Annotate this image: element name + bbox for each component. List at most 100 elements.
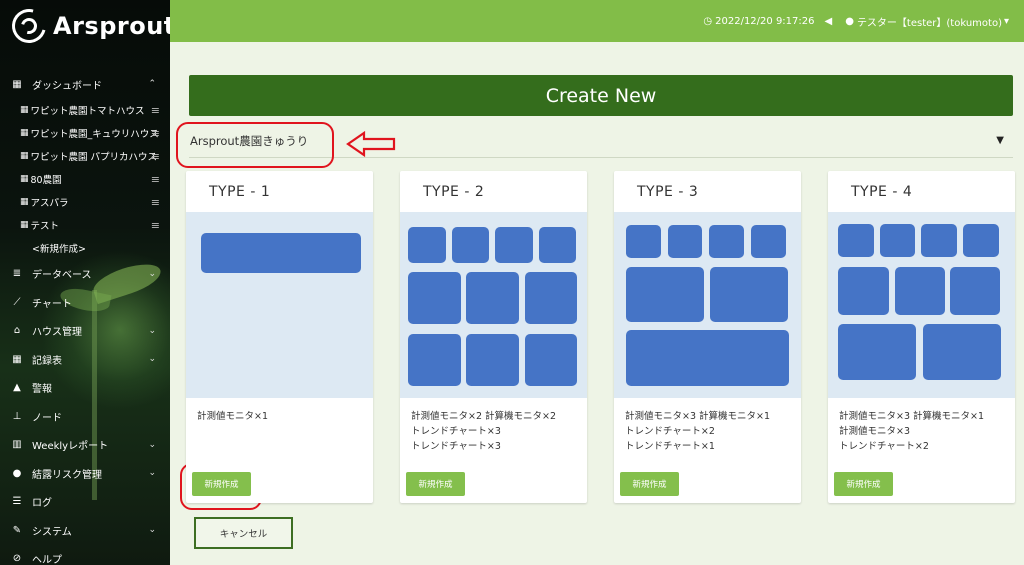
sidebar-item-records[interactable]: ▦ 記録表 ⌄ (0, 345, 170, 374)
annotation-oval (176, 122, 334, 168)
card-description-line: 計測値モニタ×2 計算機モニタ×2 (411, 411, 557, 422)
sidebar-item-chart[interactable]: ⟋ チャート (0, 288, 170, 317)
sidebar-subitem-new[interactable]: <新規作成> (0, 237, 170, 260)
database-icon: ≣ (12, 268, 22, 280)
layout-block (452, 227, 489, 263)
sidebar-item-weekly-report[interactable]: ▥ Weeklyレポート ⌄ (0, 431, 170, 460)
sidebar-item-system[interactable]: ✎ システム ⌄ (0, 516, 170, 545)
sidebar-item-label: テスト (30, 221, 60, 232)
cancel-button[interactable]: キャンセル (194, 517, 293, 549)
sidebar-item-label: ヘルプ (32, 555, 62, 565)
layout-block (525, 272, 577, 324)
chevron-down-icon: ⌄ (148, 354, 156, 365)
sidebar-item-label: ダッシュボード (32, 80, 102, 92)
menu-icon[interactable]: ≡ (151, 127, 160, 140)
sidebar-subitem-house[interactable]: ▦ テスト ≡ (0, 214, 170, 237)
sidebar-item-condensation-risk[interactable]: ● 結露リスク管理 ⌄ (0, 459, 170, 488)
top-header: ◷ 2022/12/20 9:17:26 ◀ ● テスター【tester】(to… (170, 0, 1024, 42)
layout-block (751, 225, 786, 258)
notifications-button[interactable]: ◀ (825, 16, 836, 27)
sidebar-subitem-house[interactable]: ▦ ワピット農園 パプリカハウス ≡ (0, 145, 170, 168)
dashboard-icon: ▦ (20, 105, 29, 115)
sidebar-item-dashboard[interactable]: ▦ ダッシュボード ⌃ (0, 70, 170, 99)
layout-block (838, 224, 874, 257)
menu-icon[interactable]: ≡ (151, 150, 160, 163)
layout-block (668, 225, 702, 258)
type-card-4: TYPE - 4 計測値モニタ×3 計算機モニタ×1 計測値モニタ×3 トレンド… (828, 171, 1015, 503)
menu-icon[interactable]: ≡ (151, 104, 160, 117)
card-description-line: トレンドチャート×2 (625, 426, 715, 437)
chart-icon: ⟋ (13, 296, 21, 308)
sidebar-subitem-house[interactable]: ▦ ワピット農園_キュウリハウス ≡ (0, 122, 170, 145)
house-icon: ⌂ (13, 325, 21, 337)
layout-block (838, 324, 916, 380)
layout-block (895, 267, 945, 315)
layout-block (838, 267, 889, 315)
layout-block (408, 272, 461, 324)
sidebar-item-label: ハウス管理 (32, 327, 82, 339)
card-title: TYPE - 2 (423, 183, 485, 200)
layout-block (709, 225, 744, 258)
sidebar-item-label: 結露リスク管理 (32, 469, 102, 481)
layout-block (539, 227, 576, 263)
logo-text: Arsprout (53, 12, 170, 40)
layout-block (963, 224, 999, 257)
chevron-down-icon: ⌄ (148, 525, 156, 536)
card-title: TYPE - 4 (851, 183, 913, 200)
bell-icon: ▲ (13, 382, 21, 394)
user-icon: ● (845, 15, 854, 27)
layout-block (466, 272, 519, 324)
chevron-down-icon: ⌄ (148, 439, 156, 450)
card-description-line: トレンドチャート×1 (625, 441, 715, 452)
create-button[interactable]: 新規作成 (406, 472, 465, 496)
dashboard-icon: ▦ (20, 128, 29, 138)
chevron-down-icon: ⌄ (148, 325, 156, 336)
datetime-text: 2022/12/20 9:17:26 (715, 15, 815, 27)
layout-block (921, 224, 957, 257)
wrench-icon: ✎ (12, 524, 22, 536)
card-description: 計測値モニタ×3 計算機モニタ×1 計測値モニタ×3 トレンドチャート×2 (839, 409, 1009, 454)
layout-block (408, 334, 461, 386)
sidebar-subitem-house[interactable]: ▦ アスパラ ≡ (0, 191, 170, 214)
sidebar-item-label: システム (32, 526, 72, 538)
create-button[interactable]: 新規作成 (192, 472, 251, 496)
menu-icon[interactable]: ≡ (151, 173, 160, 186)
card-description-line: トレンドチャート×2 (839, 441, 929, 452)
sidebar-item-node[interactable]: ⊥ ノード (0, 402, 170, 431)
sidebar-item-house-management[interactable]: ⌂ ハウス管理 ⌄ (0, 317, 170, 346)
sidebar-item-database[interactable]: ≣ データベース ⌄ (0, 260, 170, 289)
sidebar-item-help[interactable]: ⊘ ヘルプ (0, 545, 170, 565)
app-logo[interactable]: Arsprout (5, 2, 170, 50)
chevron-up-icon: ⌃ (148, 79, 156, 90)
sitemap-icon: ⊥ (12, 410, 22, 422)
caret-down-icon: ▾ (1003, 15, 1009, 27)
sidebar-subitem-house[interactable]: ▦ ワピット農園トマトハウス ≡ (0, 99, 170, 122)
megaphone-icon: ◀ (824, 15, 833, 27)
layout-block (495, 227, 533, 263)
layout-block (880, 224, 915, 257)
layout-block (710, 267, 788, 322)
bar-chart-icon: ▥ (12, 439, 22, 451)
sidebar-item-log[interactable]: ☰ ログ (0, 488, 170, 517)
menu-icon[interactable]: ≡ (151, 219, 160, 232)
sidebar-item-alarm[interactable]: ▲ 警報 (0, 374, 170, 403)
layout-block (626, 330, 789, 386)
create-button[interactable]: 新規作成 (834, 472, 893, 496)
sidebar-subitem-house[interactable]: ▦ 80農園 ≡ (0, 168, 170, 191)
layout-preview (400, 212, 587, 398)
card-description-line: 計測値モニタ×1 (197, 411, 269, 422)
sidebar-item-label: ノード (32, 412, 62, 424)
card-description: 計測値モニタ×3 計算機モニタ×1 トレンドチャート×2 トレンドチャート×1 (625, 409, 795, 454)
card-description-line: 計測値モニタ×3 (839, 426, 911, 437)
clock-icon: ◷ (703, 15, 713, 27)
sidebar-item-label: Weeklyレポート (32, 441, 109, 453)
layout-preview (828, 212, 1015, 398)
create-button[interactable]: 新規作成 (620, 472, 679, 496)
user-menu[interactable]: ● テスター【tester】(tokumoto) ▾ (845, 14, 1012, 29)
type-card-1: TYPE - 1 計測値モニタ×1 新規作成 (186, 171, 373, 503)
sidebar-item-label: 80農園 (30, 175, 62, 186)
dashboard-icon: ▦ (20, 174, 29, 184)
card-title: TYPE - 1 (209, 183, 271, 200)
layout-block (923, 324, 1001, 380)
menu-icon[interactable]: ≡ (151, 196, 160, 209)
